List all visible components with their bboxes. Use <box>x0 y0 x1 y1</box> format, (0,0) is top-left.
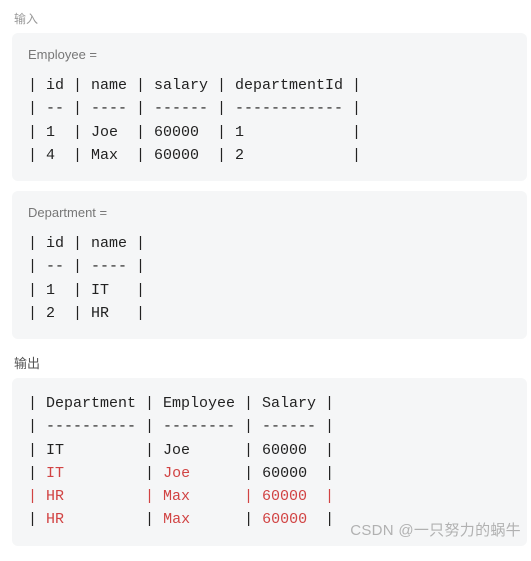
input-label: 输入 <box>14 10 531 27</box>
output-label: 输出 <box>14 353 531 372</box>
department-table: | id | name | | -- | ---- | | 1 | IT | |… <box>28 232 511 325</box>
department-block-label: Department = <box>28 205 511 220</box>
employee-table: | id | name | salary | departmentId | | … <box>28 74 511 167</box>
employee-block-label: Employee = <box>28 47 511 62</box>
output-table: | Department | Employee | Salary | | ---… <box>28 392 511 532</box>
employee-block: Employee = | id | name | salary | depart… <box>12 33 527 181</box>
department-block: Department = | id | name | | -- | ---- |… <box>12 191 527 339</box>
output-block: | Department | Employee | Salary | | ---… <box>12 378 527 546</box>
